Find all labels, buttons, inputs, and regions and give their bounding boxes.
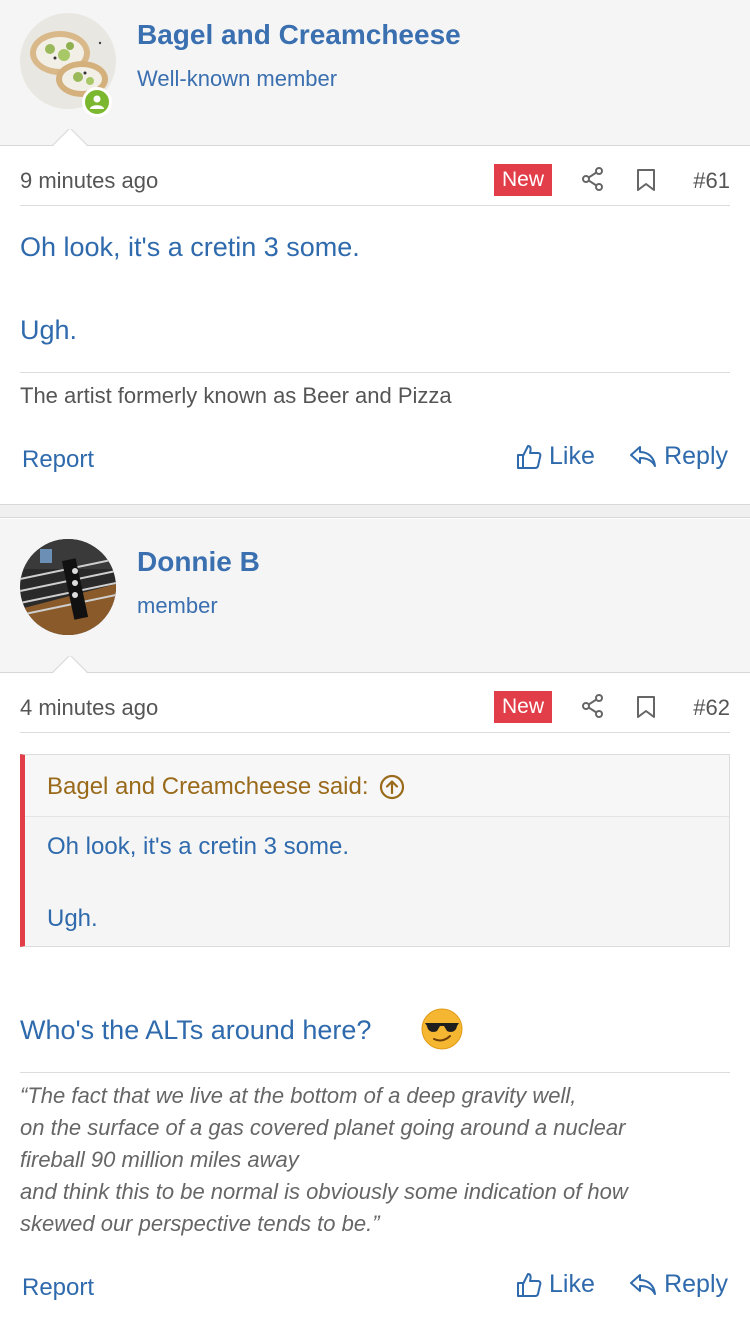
post-62-meta: 4 minutes ago New #62 [20, 673, 730, 733]
bookmark-icon[interactable] [635, 695, 657, 719]
post-62-actions: Report Like Reply [22, 1270, 728, 1310]
quote-line: Oh look, it's a cretin 3 some. [47, 833, 350, 860]
post-time[interactable]: 4 minutes ago [20, 695, 158, 721]
message-body: Who's the ALTs around here? [20, 1015, 372, 1045]
thumbs-up-icon [517, 1272, 542, 1297]
signature-line: skewed our perspective tends to be.” [20, 1211, 380, 1236]
arrow-up-circle-icon[interactable] [379, 774, 405, 800]
post-author[interactable]: Donnie B [137, 546, 260, 578]
speech-caret [52, 129, 88, 147]
user-title: Well-known member [137, 66, 338, 91]
signature: “The fact that we live at the bottom of … [20, 1080, 730, 1240]
post-61-actions: Report Like Reply [22, 442, 728, 482]
signature-line: on the surface of a gas covered planet g… [20, 1115, 626, 1140]
signature-line: “The fact that we live at the bottom of … [20, 1083, 577, 1108]
reply-arrow-icon [630, 445, 657, 467]
signature-line: and think this to be normal is obviously… [20, 1179, 628, 1204]
like-label: Like [549, 1270, 595, 1298]
post-number[interactable]: #62 [693, 695, 730, 721]
bookmark-icon[interactable] [635, 168, 657, 192]
avatar-donnie[interactable] [20, 539, 116, 635]
post-62-userbar: Donnie B member [0, 519, 750, 674]
signature-line: fireball 90 million miles away [20, 1147, 299, 1172]
user-online-icon [82, 87, 112, 117]
post-number[interactable]: #61 [693, 168, 730, 194]
thumbs-up-icon [517, 444, 542, 469]
reply-button[interactable]: Reply [628, 442, 728, 471]
post-separator [0, 504, 750, 518]
signature-divider [20, 1072, 730, 1073]
quote-block: Bagel and Creamcheese said: Oh look, it'… [20, 754, 730, 947]
post-time[interactable]: 9 minutes ago [20, 168, 158, 194]
message-line: Ugh. [20, 315, 78, 345]
quote-author-link[interactable]: Bagel and Creamcheese said: [47, 773, 405, 801]
signature-divider [20, 372, 730, 373]
reply-label: Reply [664, 442, 728, 470]
share-icon[interactable] [580, 166, 606, 192]
post-61-meta: 9 minutes ago New #61 [20, 146, 730, 206]
message-line: Oh look, it's a cretin 3 some. [20, 232, 360, 262]
reply-label: Reply [664, 1270, 728, 1298]
report-button[interactable]: Report [22, 1274, 94, 1302]
quote-line: Ugh. [47, 905, 98, 932]
signature: The artist formerly known as Beer and Pi… [20, 383, 452, 408]
report-button[interactable]: Report [22, 446, 94, 474]
new-badge: New [494, 691, 553, 723]
sunglasses-emoji [421, 1008, 463, 1050]
speech-caret [52, 656, 88, 674]
like-button[interactable]: Like [515, 1270, 595, 1299]
share-icon[interactable] [580, 693, 606, 719]
post-61-userbar: Bagel and Creamcheese Well-known member [0, 0, 750, 147]
reply-arrow-icon [630, 1273, 657, 1295]
post-author[interactable]: Bagel and Creamcheese [137, 19, 461, 51]
quote-author: Bagel and Creamcheese said: [47, 773, 369, 800]
like-button[interactable]: Like [515, 442, 595, 471]
like-label: Like [549, 442, 595, 470]
user-title: member [137, 593, 218, 618]
reply-button[interactable]: Reply [628, 1270, 728, 1299]
new-badge: New [494, 164, 553, 196]
quote-header: Bagel and Creamcheese said: [25, 755, 729, 817]
